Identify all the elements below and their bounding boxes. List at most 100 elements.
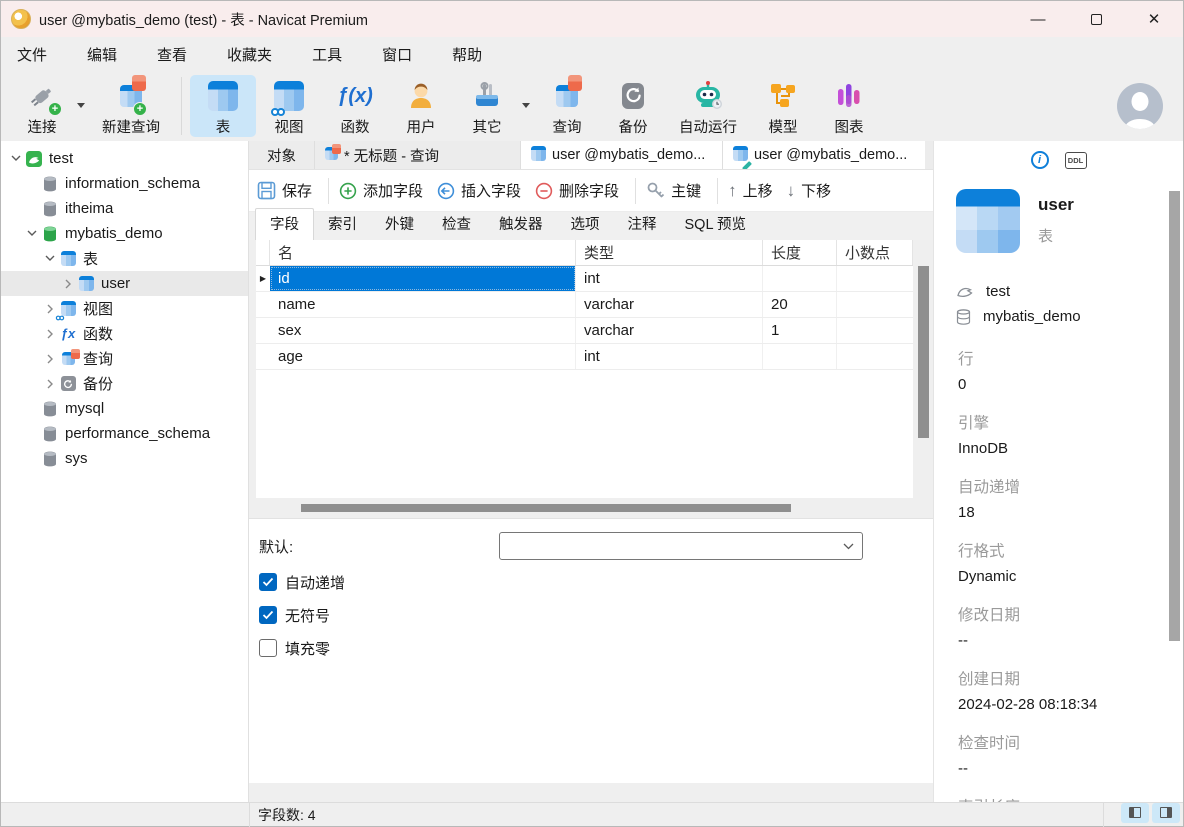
tree-item-performance-schema[interactable]: performance_schema: [1, 421, 248, 446]
subtab-indexes[interactable]: 索引: [314, 209, 371, 240]
menu-view[interactable]: 查看: [143, 38, 201, 71]
tree-item-backups[interactable]: 备份: [1, 371, 248, 396]
cell-name[interactable]: sex: [270, 318, 576, 343]
subtab-checks[interactable]: 检查: [428, 209, 485, 240]
column-header-length[interactable]: 长度: [763, 240, 837, 265]
close-button[interactable]: ✕: [1125, 1, 1183, 37]
toolbar-model-button[interactable]: 模型: [750, 75, 816, 137]
cell-decimal[interactable]: [837, 344, 913, 369]
tree-item-queries[interactable]: 查询: [1, 346, 248, 371]
vertical-scrollbar-thumb[interactable]: [1169, 191, 1180, 641]
cell-type[interactable]: varchar: [576, 318, 763, 343]
toolbar-automation-button[interactable]: 自动运行: [666, 75, 750, 137]
info-icon[interactable]: i: [1031, 151, 1049, 169]
tree-item-information-schema[interactable]: information_schema: [1, 171, 248, 196]
toolbar-table-button[interactable]: 表: [190, 75, 256, 137]
cell-length[interactable]: 1: [763, 318, 837, 343]
menu-tools[interactable]: 工具: [298, 38, 356, 71]
cell-decimal[interactable]: [837, 318, 913, 343]
move-up-button[interactable]: ↑ 上移: [728, 180, 773, 201]
primary-key-button[interactable]: 主键: [646, 180, 701, 201]
row-marker-icon[interactable]: ▶: [256, 266, 270, 291]
tree-item-user-table[interactable]: user: [1, 271, 248, 296]
cell-type[interactable]: int: [576, 344, 763, 369]
checkbox-checked-icon[interactable]: [259, 573, 277, 591]
menu-favorites[interactable]: 收藏夹: [213, 38, 286, 71]
user-avatar[interactable]: [1117, 83, 1163, 129]
toggle-left-pane-button[interactable]: [1121, 803, 1149, 823]
insert-field-button[interactable]: 插入字段: [437, 180, 521, 201]
tree-item-views[interactable]: 视图: [1, 296, 248, 321]
subtab-fields[interactable]: 字段: [255, 208, 314, 240]
save-button[interactable]: 保存: [257, 180, 312, 201]
cell-decimal[interactable]: [837, 266, 913, 291]
subtab-sql-preview[interactable]: SQL 预览: [671, 209, 761, 240]
tab-user-table[interactable]: user @mybatis_demo...: [521, 141, 723, 169]
toolbar-backup-button[interactable]: 备份: [600, 75, 666, 137]
tree-item-mybatis-demo[interactable]: mybatis_demo: [1, 221, 248, 246]
tab-objects[interactable]: 对象: [249, 141, 315, 169]
chevron-right-icon[interactable]: [59, 279, 77, 289]
toolbar-others-button[interactable]: 其它: [454, 75, 520, 137]
minimize-button[interactable]: —: [1009, 1, 1067, 37]
cell-name[interactable]: age: [270, 344, 576, 369]
subtab-comment[interactable]: 注释: [614, 209, 671, 240]
default-value-combobox[interactable]: [499, 532, 863, 560]
tree-item-sys[interactable]: sys: [1, 446, 248, 471]
chevron-down-icon[interactable]: [7, 155, 25, 162]
move-down-button[interactable]: ↓ 下移: [787, 180, 832, 201]
toolbar-user-button[interactable]: 用户: [388, 75, 454, 137]
toolbar-connection-button[interactable]: + 连接: [9, 75, 75, 137]
cell-decimal[interactable]: [837, 292, 913, 317]
connection-dropdown-caret[interactable]: [77, 103, 85, 108]
cell-type[interactable]: varchar: [576, 292, 763, 317]
delete-field-button[interactable]: 删除字段: [535, 180, 619, 201]
unsigned-option[interactable]: 无符号: [259, 603, 933, 627]
checkbox-checked-icon[interactable]: [259, 606, 277, 624]
chevron-down-icon[interactable]: [23, 230, 41, 237]
tab-untitled-query[interactable]: * 无标题 - 查询: [315, 141, 521, 169]
others-dropdown-caret[interactable]: [522, 103, 530, 108]
chevron-down-icon[interactable]: [41, 255, 59, 262]
maximize-button[interactable]: [1067, 1, 1125, 37]
add-field-button[interactable]: 添加字段: [339, 180, 423, 201]
toolbar-function-button[interactable]: ƒ(x) 函数: [322, 75, 388, 137]
subtab-options[interactable]: 选项: [557, 209, 614, 240]
cell-name[interactable]: id: [270, 266, 576, 291]
toolbar-view-button[interactable]: 视图: [256, 75, 322, 137]
ddl-icon[interactable]: DDL: [1065, 152, 1087, 169]
tree-item-itheima[interactable]: itheima: [1, 196, 248, 221]
tree-item-functions[interactable]: ƒx 函数: [1, 321, 248, 346]
menu-window[interactable]: 窗口: [368, 38, 426, 71]
chevron-right-icon[interactable]: [41, 354, 59, 364]
chevron-right-icon[interactable]: [41, 329, 59, 339]
menu-edit[interactable]: 编辑: [73, 38, 131, 71]
tree-item-mysql[interactable]: mysql: [1, 396, 248, 421]
subtab-triggers[interactable]: 触发器: [485, 209, 557, 240]
column-header-type[interactable]: 类型: [576, 240, 763, 265]
tree-item-tables[interactable]: 表: [1, 246, 248, 271]
cell-length[interactable]: [763, 266, 837, 291]
toolbar-query-button[interactable]: 查询: [534, 75, 600, 137]
column-header-name[interactable]: 名: [270, 240, 576, 265]
horizontal-scrollbar-thumb[interactable]: [301, 504, 791, 512]
cell-name[interactable]: name: [270, 292, 576, 317]
chevron-right-icon[interactable]: [41, 379, 59, 389]
vertical-scrollbar-thumb[interactable]: [918, 266, 929, 438]
tree-item-test[interactable]: test: [1, 146, 248, 171]
toolbar-chart-button[interactable]: 图表: [816, 75, 882, 137]
toggle-right-pane-button[interactable]: [1152, 803, 1180, 823]
menu-help[interactable]: 帮助: [438, 38, 496, 71]
tab-design-user-table[interactable]: user @mybatis_demo...: [723, 141, 925, 169]
auto-increment-option[interactable]: 自动递增: [259, 570, 933, 594]
checkbox-unchecked-icon[interactable]: [259, 639, 277, 657]
zerofill-option[interactable]: 填充零: [259, 636, 933, 660]
menu-file[interactable]: 文件: [3, 38, 61, 71]
cell-type[interactable]: int: [576, 266, 763, 291]
toolbar-new-query-button[interactable]: + 新建查询: [89, 75, 173, 137]
subtab-foreign-keys[interactable]: 外键: [371, 209, 428, 240]
column-header-decimal[interactable]: 小数点: [837, 240, 913, 265]
chevron-right-icon[interactable]: [41, 304, 59, 314]
cell-length[interactable]: 20: [763, 292, 837, 317]
cell-length[interactable]: [763, 344, 837, 369]
